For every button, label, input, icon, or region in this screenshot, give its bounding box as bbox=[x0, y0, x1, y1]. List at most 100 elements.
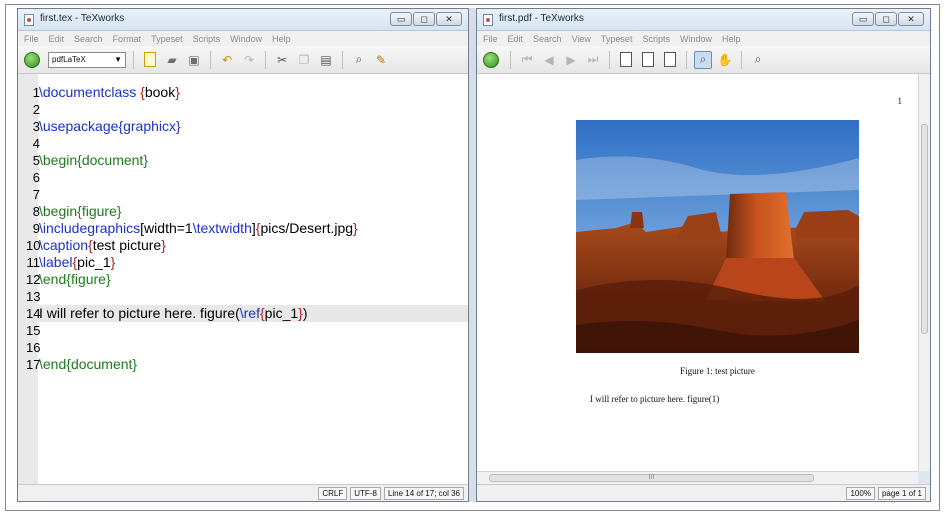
menu-typeset[interactable]: Typeset bbox=[601, 34, 633, 44]
editor-line[interactable]: 2 bbox=[18, 101, 468, 118]
editor-line[interactable]: 11 \label{pic_1} bbox=[18, 254, 468, 271]
maximize-button[interactable]: ◻ bbox=[875, 12, 897, 26]
code-token: } bbox=[176, 118, 181, 134]
editor-menubar: File Edit Search Format Typeset Scripts … bbox=[18, 31, 468, 46]
menu-scripts[interactable]: Scripts bbox=[193, 34, 221, 44]
line-number: 1 bbox=[32, 85, 40, 100]
line-code: \usepackage{graphicx} bbox=[39, 118, 181, 135]
line-code: \label{pic_1} bbox=[39, 254, 115, 271]
magnify-icon[interactable]: ⌕ bbox=[694, 50, 712, 69]
editor-line[interactable]: 1 \documentclass {book} bbox=[18, 84, 468, 101]
minimize-button[interactable]: ▭ bbox=[852, 12, 874, 26]
next-page-icon[interactable]: ▶ bbox=[562, 51, 580, 69]
scrollbar-thumb[interactable]: III bbox=[489, 474, 814, 482]
editor-line[interactable]: 6 bbox=[18, 169, 468, 186]
typeset-button[interactable] bbox=[24, 51, 40, 68]
editor-statusbar: CRLF UTF-8 Line 14 of 17; col 36 bbox=[18, 484, 468, 501]
editor-line[interactable]: 12 \end{figure} bbox=[18, 271, 468, 288]
editor-line[interactable]: 17 \end{document} bbox=[18, 356, 468, 373]
editor-titlebar: first.tex - TeXworks ▭ ◻ ✕ bbox=[18, 9, 468, 31]
scrollbar-thumb[interactable] bbox=[921, 124, 928, 334]
editor-line[interactable]: 7 bbox=[18, 186, 468, 203]
redo-icon[interactable]: ↷ bbox=[240, 51, 258, 69]
editor-line[interactable]: 5 \begin{document} bbox=[18, 152, 468, 169]
save-icon[interactable]: ▣ bbox=[185, 51, 203, 69]
editor-window-title: first.tex - TeXworks bbox=[40, 13, 125, 24]
editor-line[interactable]: 13 bbox=[18, 288, 468, 305]
editor-line[interactable]: 3 \usepackage{graphicx} bbox=[18, 118, 468, 135]
line-code: \documentclass {book} bbox=[39, 84, 180, 101]
code-token: } bbox=[175, 84, 180, 100]
editor-line[interactable]: 8 \begin{figure} bbox=[18, 203, 468, 220]
fit-width-icon[interactable] bbox=[639, 51, 657, 69]
code-token: } bbox=[105, 271, 111, 287]
find-icon[interactable]: ⌕ bbox=[749, 51, 767, 69]
menu-search[interactable]: Search bbox=[74, 34, 103, 44]
page-indicator: page 1 of 1 bbox=[877, 486, 926, 500]
menu-window[interactable]: Window bbox=[680, 34, 712, 44]
fit-window-icon[interactable] bbox=[661, 51, 679, 69]
menu-edit[interactable]: Edit bbox=[508, 34, 524, 44]
editor-line[interactable]: 9 \includegraphics[width=1\textwidth]{pic… bbox=[18, 220, 468, 237]
pdf-statusbar: 100% page 1 of 1 bbox=[477, 484, 930, 501]
menu-scripts[interactable]: Scripts bbox=[642, 34, 670, 44]
open-folder-icon[interactable]: ▰ bbox=[163, 51, 181, 69]
last-page-icon[interactable]: ⏭ bbox=[584, 51, 602, 69]
replace-icon[interactable]: ✎ bbox=[372, 51, 390, 69]
code-token: ) bbox=[302, 305, 308, 321]
pdf-toolbar: ⏮ ◀ ▶ ⏭ ⌕ ✋ ⌕ bbox=[477, 46, 930, 74]
minimize-button[interactable]: ▭ bbox=[390, 12, 412, 26]
line-number: 11 bbox=[26, 255, 41, 270]
code-token: } bbox=[161, 237, 166, 253]
menu-window[interactable]: Window bbox=[230, 34, 262, 44]
zoom-level: 100% bbox=[846, 486, 875, 500]
engine-select-value: pdfLaTeX bbox=[52, 54, 86, 64]
line-ending-indicator[interactable]: CRLF bbox=[318, 486, 348, 500]
menu-view[interactable]: View bbox=[572, 34, 591, 44]
editor-line[interactable]: 16 bbox=[18, 339, 468, 356]
desert-photo-graphic bbox=[576, 120, 859, 353]
code-token: \begin bbox=[39, 203, 78, 219]
menu-help[interactable]: Help bbox=[722, 34, 741, 44]
typeset-button[interactable] bbox=[483, 51, 499, 68]
new-file-icon[interactable] bbox=[141, 51, 159, 69]
editor-line[interactable]: 14 I will refer to picture here. figure(\… bbox=[18, 305, 468, 322]
code-token: } bbox=[132, 356, 138, 372]
code-token: \ref bbox=[239, 305, 260, 321]
horizontal-scrollbar[interactable]: III bbox=[477, 471, 918, 484]
editor-line[interactable]: 15 bbox=[18, 322, 468, 339]
engine-select[interactable]: pdfLaTeX ▼ bbox=[48, 51, 126, 68]
menu-typeset[interactable]: Typeset bbox=[151, 34, 183, 44]
line-number: 7 bbox=[32, 187, 40, 202]
code-token: pics/Desert.jpg bbox=[260, 220, 354, 236]
menu-format[interactable]: Format bbox=[113, 34, 142, 44]
first-page-icon[interactable]: ⏮ bbox=[518, 51, 536, 69]
vertical-scrollbar[interactable] bbox=[918, 74, 930, 471]
toolbar-separator bbox=[210, 50, 211, 69]
menu-file[interactable]: File bbox=[483, 34, 498, 44]
hand-tool-icon[interactable]: ✋ bbox=[716, 51, 734, 69]
editor-line[interactable]: 10 \caption{test picture} bbox=[18, 237, 468, 254]
previous-page-icon[interactable]: ◀ bbox=[540, 51, 558, 69]
close-button[interactable]: ✕ bbox=[436, 12, 462, 26]
actual-size-icon[interactable] bbox=[617, 51, 635, 69]
copy-icon[interactable]: ❐ bbox=[295, 51, 313, 69]
pdf-page-view[interactable]: 1 Figure 1: test picture I will refer to… bbox=[477, 74, 918, 471]
code-token: I will refer to picture here. figure( bbox=[39, 305, 240, 321]
cut-icon[interactable]: ✂ bbox=[273, 51, 291, 69]
line-number: 17 bbox=[26, 357, 41, 372]
close-button[interactable]: ✕ bbox=[898, 12, 924, 26]
menu-edit[interactable]: Edit bbox=[49, 34, 65, 44]
menu-file[interactable]: File bbox=[24, 34, 39, 44]
paste-icon[interactable]: ▤ bbox=[317, 51, 335, 69]
menu-help[interactable]: Help bbox=[272, 34, 291, 44]
code-token: \usepackage bbox=[39, 118, 119, 134]
code-token: graphicx bbox=[123, 118, 177, 134]
code-editor[interactable]: 1 \documentclass {book} 2 3 \usepackage{grap… bbox=[18, 74, 468, 484]
maximize-button[interactable]: ◻ bbox=[413, 12, 435, 26]
menu-search[interactable]: Search bbox=[533, 34, 562, 44]
editor-line[interactable]: 4 bbox=[18, 135, 468, 152]
undo-icon[interactable]: ↶ bbox=[218, 51, 236, 69]
encoding-indicator[interactable]: UTF-8 bbox=[350, 486, 381, 500]
find-icon[interactable]: ⌕ bbox=[350, 51, 368, 69]
